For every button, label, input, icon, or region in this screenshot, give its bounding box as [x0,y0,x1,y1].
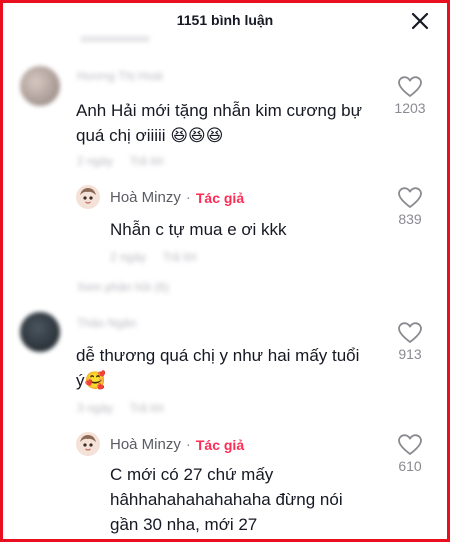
like-button[interactable]: 913 [388,322,432,362]
reply-time: 2 ngày [110,250,147,264]
baby-face-icon [76,185,100,209]
like-button[interactable]: 610 [388,434,432,474]
separator-dot: · [185,189,191,206]
reply-button[interactable]: Trả lời [129,401,163,415]
comment-text-line: quá chị ơiiiii 😆😆😆 [76,123,396,149]
comment-text-line: Anh Hải mới tặng nhẫn kim cương bự [76,101,363,120]
screenshot-frame [0,0,450,542]
author-badge: Tác giả [195,436,245,453]
heart-icon [398,76,422,97]
like-count: 913 [398,346,422,362]
author-username[interactable]: Hoà Minzy [110,189,181,206]
reply-text: C mới có 27 chứ mấy hâhhahahahahahaha đừ… [110,462,380,537]
reply-text-line: hâhhahahahahahaha đừng nói [110,490,343,509]
like-button[interactable]: 1203 [388,76,432,116]
heart-icon [398,322,422,343]
comment-username[interactable]: Hương Thị Hoài [77,69,163,83]
reply-author-row: Hoà Minzy · Tác giả [110,436,244,453]
author-avatar[interactable] [76,185,100,209]
comments-header: 1151 bình luận [0,0,450,44]
reply-button[interactable]: Trả lời [162,250,196,264]
author-avatar[interactable] [76,432,100,456]
author-username[interactable]: Hoà Minzy [110,436,181,453]
comment-meta: 2 ngày Trả lời [77,154,164,168]
comment-text-part: quá chị ơiiiii [76,126,166,145]
reply-text-line: gần 30 nha, mới 27 [110,515,258,534]
comment-username[interactable]: Thảo Ngân [77,316,136,330]
comment-time: 3 ngày [77,401,114,415]
reply-meta: 2 ngày Trả lời [110,250,197,264]
reply-author-row: Hoà Minzy · Tác giả [110,189,244,206]
separator-dot: · [185,436,191,453]
comments-count-title: 1151 bình luận [176,12,274,28]
reply-text-line: C mới có 27 chứ mấy [110,465,274,484]
baby-face-icon [76,432,100,456]
previous-comment-remnant [80,36,150,42]
avatar[interactable] [20,312,60,352]
comment-text: dễ thương quá chị y như hai mấy tuổi ý🥰 [76,343,396,394]
comment-text-line: dễ thương quá chị y như hai mấy tuổi [76,346,360,365]
like-button[interactable]: 839 [388,187,432,227]
comment-meta: 3 ngày Trả lời [77,401,164,415]
comment-time: 2 ngày [77,154,114,168]
avatar[interactable] [20,66,60,106]
comment-text: Anh Hải mới tặng nhẫn kim cương bự quá c… [76,98,396,149]
comment-text-line: ý🥰 [76,368,396,394]
like-count: 1203 [394,100,426,116]
heart-icon [398,187,422,208]
reply-button[interactable]: Trả lời [129,154,163,168]
like-count: 610 [398,458,422,474]
laughing-emoji: 😆😆😆 [170,126,224,146]
view-more-replies[interactable]: Xem phản hồi (6) [77,280,169,294]
author-badge: Tác giả [195,189,245,206]
like-count: 839 [398,211,422,227]
heart-icon [398,434,422,455]
reply-text: Nhẫn c tự mua e ơi kkk [110,220,287,239]
comment-text-part: ý [76,371,85,390]
close-icon[interactable] [410,11,430,31]
smiling-hearts-emoji: 🥰 [84,371,106,391]
